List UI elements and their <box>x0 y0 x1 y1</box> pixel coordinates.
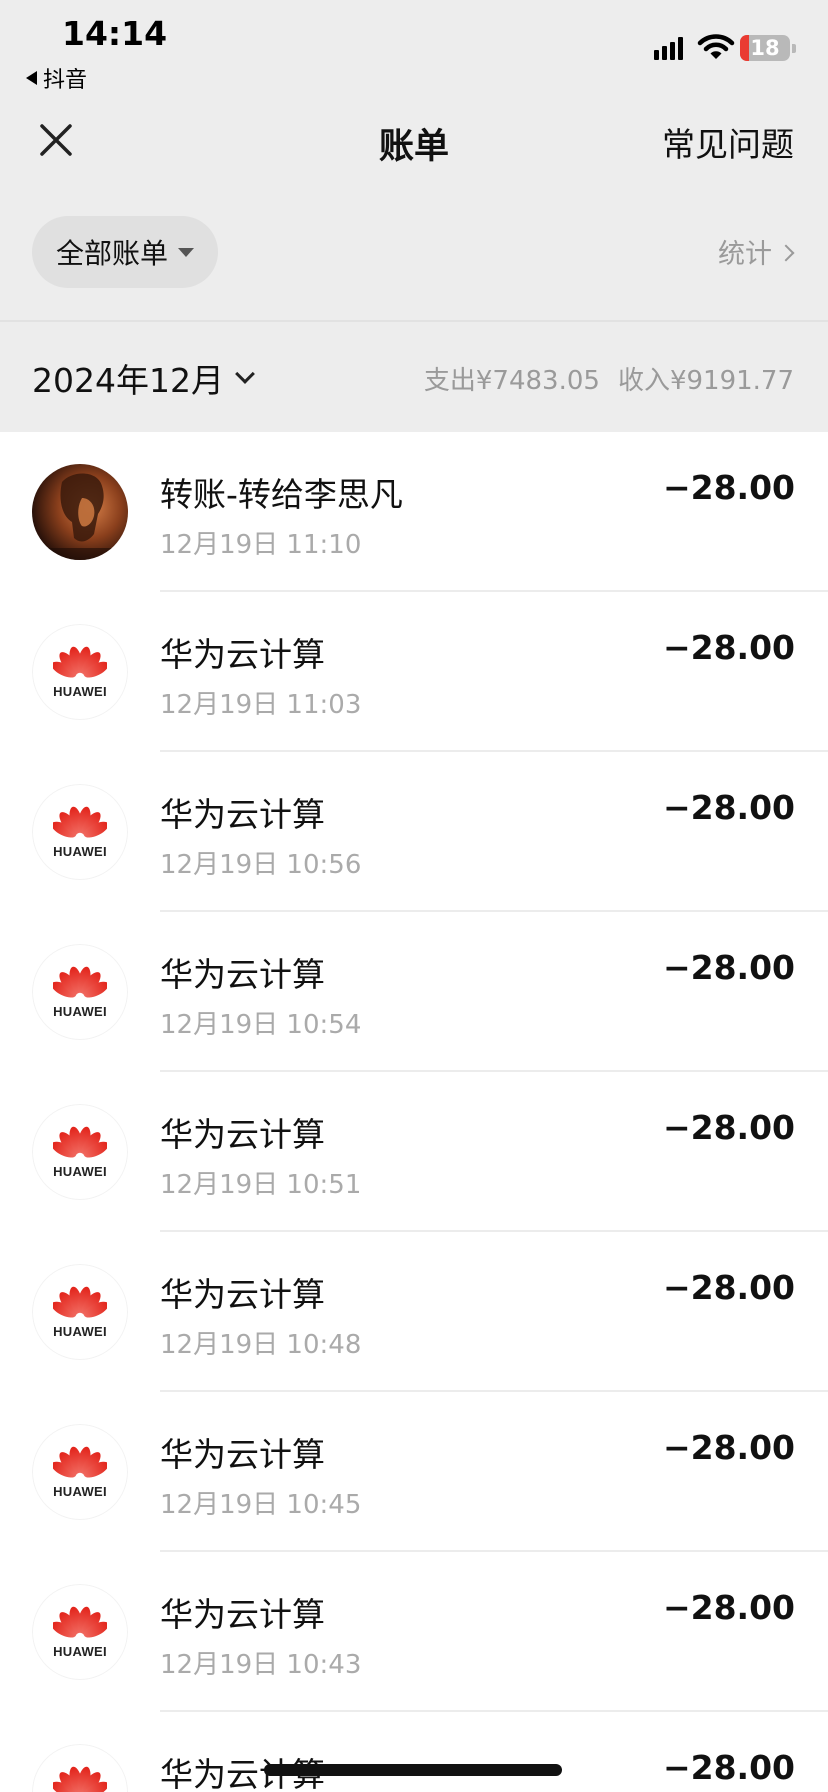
huawei-logo-icon: HUAWEI <box>32 1104 128 1200</box>
battery-level: 18 <box>750 36 780 60</box>
transaction-title: 华为云计算 <box>160 955 325 994</box>
all-bills-filter-button[interactable]: 全部账单 <box>32 216 218 288</box>
huawei-logo-text: HUAWEI <box>53 683 107 699</box>
transaction-row[interactable]: HUAWEI 华为云计算 12月19日 10:43 −28.00 <box>0 1552 828 1712</box>
transaction-row[interactable]: HUAWEI 华为云计算 12月19日 11:03 −28.00 <box>0 592 828 752</box>
transaction-row[interactable]: HUAWEI 华为云计算 12月19日 10:51 −28.00 <box>0 1072 828 1232</box>
month-selector[interactable]: 2024年12月 <box>32 354 255 402</box>
transaction-title: 华为云计算 <box>160 1275 325 1314</box>
transaction-date: 12月19日 10:48 <box>160 1330 362 1360</box>
back-app-label: 抖音 <box>43 68 88 93</box>
transaction-row[interactable]: HUAWEI 华为云计算 12月19日 10:45 −28.00 <box>0 1392 828 1552</box>
transaction-date: 12月19日 11:10 <box>160 530 362 560</box>
transaction-amount: −28.00 <box>662 1588 795 1627</box>
month-expense: 支出¥7483.05 <box>423 366 600 396</box>
transaction-amount: −28.00 <box>662 788 795 827</box>
transaction-avatar <box>32 464 128 560</box>
huawei-logo-text: HUAWEI <box>53 1483 107 1499</box>
status-time: 14:14 <box>62 14 168 53</box>
transaction-title: 华为云计算 <box>160 1435 325 1474</box>
transaction-date: 12月19日 10:43 <box>160 1650 362 1680</box>
transaction-amount: −28.00 <box>662 1428 795 1467</box>
huawei-logo-text: HUAWEI <box>53 1003 107 1019</box>
chevron-right-icon <box>777 244 795 261</box>
huawei-logo-icon: HUAWEI <box>32 1744 128 1792</box>
back-to-app-button[interactable]: 抖音 <box>26 62 87 94</box>
huawei-logo-icon: HUAWEI <box>32 1264 128 1360</box>
huawei-logo-icon: HUAWEI <box>32 1584 128 1680</box>
huawei-logo-text: HUAWEI <box>53 843 107 859</box>
faq-link[interactable]: 常见问题 <box>662 118 794 166</box>
month-label: 2024年12月 <box>32 361 224 400</box>
transaction-date: 12月19日 10:45 <box>160 1490 362 1520</box>
back-triangle-icon <box>26 71 37 85</box>
huawei-logo-text: HUAWEI <box>53 1163 107 1179</box>
transaction-amount: −28.00 <box>662 1748 795 1787</box>
transaction-amount: −28.00 <box>662 948 795 987</box>
month-income: 收入¥9191.77 <box>617 366 794 396</box>
wifi-icon <box>697 34 735 59</box>
huawei-logo-icon: HUAWEI <box>32 784 128 880</box>
all-bills-label: 全部账单 <box>55 237 168 270</box>
transaction-title: 华为云计算 <box>160 1115 325 1154</box>
huawei-logo-icon: HUAWEI <box>32 944 128 1040</box>
transaction-row[interactable]: HUAWEI 华为云计算 12月19日 10:54 −28.00 <box>0 912 828 1072</box>
close-icon[interactable] <box>36 120 76 160</box>
transaction-title: 华为云计算 <box>160 635 325 674</box>
transaction-avatar: HUAWEI <box>32 1744 128 1792</box>
home-indicator[interactable] <box>264 1764 562 1776</box>
transaction-amount: −28.00 <box>662 468 795 507</box>
transaction-avatar: HUAWEI <box>32 624 128 720</box>
transaction-title: 转账-转给李思凡 <box>160 475 403 514</box>
transaction-row[interactable]: 转账-转给李思凡 12月19日 11:10 −28.00 <box>0 432 828 592</box>
transaction-avatar: HUAWEI <box>32 1264 128 1360</box>
transaction-date: 12月19日 10:56 <box>160 850 362 880</box>
transaction-row[interactable]: HUAWEI华为云计算−28.00 <box>0 1712 828 1792</box>
signal-icon <box>654 36 683 60</box>
stats-link[interactable]: 统计 <box>718 232 795 271</box>
person-avatar-icon <box>32 464 128 560</box>
month-summary: 支出¥7483.05 收入¥9191.77 <box>424 360 794 397</box>
transaction-avatar: HUAWEI <box>32 784 128 880</box>
battery-icon: 18 <box>740 35 796 61</box>
transaction-row[interactable]: HUAWEI 华为云计算 12月19日 10:56 −28.00 <box>0 752 828 912</box>
huawei-logo-icon: HUAWEI <box>32 1424 128 1520</box>
transaction-avatar: HUAWEI <box>32 1584 128 1680</box>
divider <box>0 320 828 322</box>
transaction-title: 华为云计算 <box>160 795 325 834</box>
transaction-list: 转账-转给李思凡 12月19日 11:10 −28.00 HUAWEI 华为云计算 12月… <box>0 432 828 1792</box>
transaction-amount: −28.00 <box>662 1108 795 1147</box>
huawei-logo-text: HUAWEI <box>53 1323 107 1339</box>
transaction-amount: −28.00 <box>662 628 795 667</box>
transaction-date: 12月19日 10:51 <box>160 1170 362 1200</box>
stats-label: 统计 <box>718 239 772 270</box>
transaction-avatar: HUAWEI <box>32 944 128 1040</box>
dropdown-caret-icon <box>178 247 194 257</box>
transaction-avatar: HUAWEI <box>32 1424 128 1520</box>
huawei-logo-text: HUAWEI <box>53 1643 107 1659</box>
transaction-avatar: HUAWEI <box>32 1104 128 1200</box>
chevron-down-icon <box>235 364 255 384</box>
huawei-logo-icon: HUAWEI <box>32 624 128 720</box>
transaction-date: 12月19日 11:03 <box>160 690 362 720</box>
transaction-row[interactable]: HUAWEI 华为云计算 12月19日 10:48 −28.00 <box>0 1232 828 1392</box>
transaction-amount: −28.00 <box>662 1268 795 1307</box>
transaction-title: 华为云计算 <box>160 1595 325 1634</box>
transaction-date: 12月19日 10:54 <box>160 1010 362 1040</box>
